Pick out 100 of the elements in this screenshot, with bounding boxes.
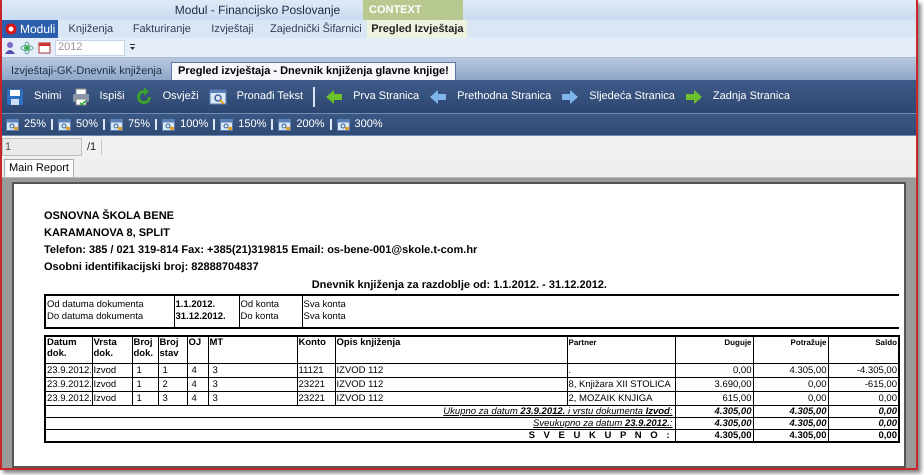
menu-tab[interactable]: Knjiženja: [58, 20, 124, 38]
table-cell: 3: [208, 377, 297, 391]
total-cell: 4.305,00: [675, 429, 753, 442]
table-cell: 4.305,00: [753, 363, 828, 377]
zoom-icon: [162, 118, 176, 130]
report-tab[interactable]: Main Report: [4, 159, 74, 177]
zoom-button[interactable]: 50%: [58, 116, 98, 133]
column-header: Partner: [567, 336, 675, 363]
table-cell: IZVOD 112: [335, 363, 567, 377]
atom-icon: [20, 40, 34, 54]
total-cell: 0,00: [828, 429, 899, 442]
refresh-icon: [134, 88, 153, 106]
document-tab[interactable]: Pregled izvještaja - Dnevnik knjiženja glavne knjige!: [171, 62, 456, 80]
column-header: Vrsta dok.: [92, 336, 132, 363]
toolbar-button[interactable]: Prethodna Stranica: [429, 88, 552, 106]
table-cell: 0,00: [675, 363, 753, 377]
total-cell: 4.305,00: [675, 405, 753, 417]
table-cell: 1: [132, 363, 158, 377]
report-title: Dnevnik knjiženja za razdoblje od: 1.1.2012. - 31.12.2012.: [312, 278, 607, 293]
page-field[interactable]: 1: [2, 138, 82, 156]
menu-tab[interactable]: Pregled Izvještaja: [367, 20, 468, 38]
filter-cell: Sva konta: [302, 311, 899, 328]
menu-tab[interactable]: Zajednički Šifarnici: [264, 20, 368, 38]
calendar-icon: [38, 41, 51, 54]
table-cell: Izvod: [92, 363, 132, 377]
table-cell: 23221: [297, 377, 335, 391]
table-cell: -4.305,00: [828, 363, 899, 377]
toolbar-button[interactable]: Ispiši: [72, 88, 125, 106]
printer-icon: [72, 88, 90, 106]
column-header: Broj dok.: [132, 336, 158, 363]
table-cell: 0,00: [828, 391, 899, 405]
user-icon: [4, 41, 16, 54]
table-cell: 3: [158, 391, 187, 405]
header-line: Telefon: 385 / 021 319-814 Fax: +385(21)319815 Email: os-bene-001@skole.t-com.hr: [44, 243, 478, 258]
table-cell: 3: [208, 391, 297, 405]
zoom-button[interactable]: 150%: [220, 116, 266, 133]
zoom-button[interactable]: 75%: [110, 116, 150, 133]
table-cell: .: [567, 363, 675, 377]
column-header: Potražuje: [753, 336, 828, 363]
zoom-button[interactable]: 300%: [336, 116, 383, 133]
search-icon: [208, 88, 227, 106]
table-cell: 0,00: [753, 391, 828, 405]
app-menu-button[interactable]: Moduli: [2, 20, 58, 38]
zoom-button[interactable]: 100%: [162, 116, 208, 133]
table-cell: Izvod: [92, 391, 132, 405]
table-cell: 23.9.2012.: [45, 391, 92, 405]
toolbar-button[interactable]: Zadnja Stranica: [684, 88, 790, 106]
context-label: CONTEXT: [369, 2, 422, 18]
table-cell: IZVOD 112: [335, 391, 567, 405]
toolbar-button[interactable]: Prva Stranica: [325, 88, 420, 106]
zoom-icon: [220, 118, 234, 130]
table-cell: 615,00: [675, 391, 753, 405]
filter-cell: Od datuma dokumenta: [45, 295, 174, 311]
toolbar-button[interactable]: Sljedeća Stranica: [561, 88, 675, 106]
zoom-icon: [110, 118, 124, 130]
table-cell: 2: [158, 377, 187, 391]
zoom-button[interactable]: 25%: [6, 116, 46, 133]
table-cell: 11121: [297, 363, 335, 377]
menu-tab[interactable]: Fakturiranje: [123, 20, 200, 38]
toolbar-button[interactable]: Snimi: [6, 88, 62, 106]
zoom-icon: [336, 118, 350, 130]
zoom-icon: [278, 118, 292, 130]
header-line: OSNOVNA ŠKOLA BENE: [44, 208, 174, 224]
table-cell: -615,00: [828, 377, 899, 391]
right-arrow-icon: [684, 88, 703, 106]
table-cell: 4: [187, 377, 208, 391]
column-header: Konto: [297, 336, 335, 363]
filter-cell: Od konta: [239, 295, 302, 311]
table-cell: 1: [158, 363, 187, 377]
dropdown-icon: [129, 44, 136, 51]
table-cell: 23.9.2012.: [45, 377, 92, 391]
table-cell: IZVOD 112: [335, 377, 567, 391]
toolbar-button[interactable]: Pronađi Tekst: [208, 88, 304, 106]
summary-label: Ukupno za datum 23.9.2012. i vrstu dokumenta Izvod:: [443, 406, 672, 416]
summary-label: Sveukupno za datum 23.9.2012.:: [533, 418, 672, 428]
filter-cell: 1.1.2012.: [174, 295, 239, 311]
filter-cell: 31.12.2012.: [174, 311, 239, 328]
header-line: Osobni identifikacijski broj: 82888704837: [44, 260, 259, 275]
table-cell: Izvod: [92, 377, 132, 391]
toolbar-button[interactable]: Osvježi: [134, 88, 199, 106]
menu-tab[interactable]: Izvještaji: [200, 20, 264, 38]
zoom-button[interactable]: 200%: [278, 116, 325, 133]
total-cell: 0,00: [828, 405, 899, 417]
table-cell: 0,00: [753, 377, 828, 391]
table-cell: 3.690,00: [675, 377, 753, 391]
document-tab[interactable]: Izvještaji-GK-Dnevnik knjiženja: [5, 62, 168, 80]
zoom-icon: [6, 118, 19, 130]
table-cell: 3: [208, 363, 297, 377]
page-total: /1: [87, 140, 96, 155]
table-cell: 1: [132, 391, 158, 405]
column-header: Opis knjiženja: [335, 336, 567, 363]
total-cell: 0,00: [828, 417, 899, 429]
left-arrow-icon: [325, 88, 344, 106]
filter-cell: Sva konta: [302, 295, 899, 311]
header-line: KARAMANOVA 8, SPLIT: [44, 226, 170, 241]
table-cell: 4: [187, 391, 208, 405]
column-header: MT: [208, 336, 297, 363]
column-header: Broj stav: [158, 336, 187, 363]
right-arrow-icon: [561, 88, 580, 106]
table-cell: 2, MOZAIK KNJIGA: [567, 391, 675, 405]
